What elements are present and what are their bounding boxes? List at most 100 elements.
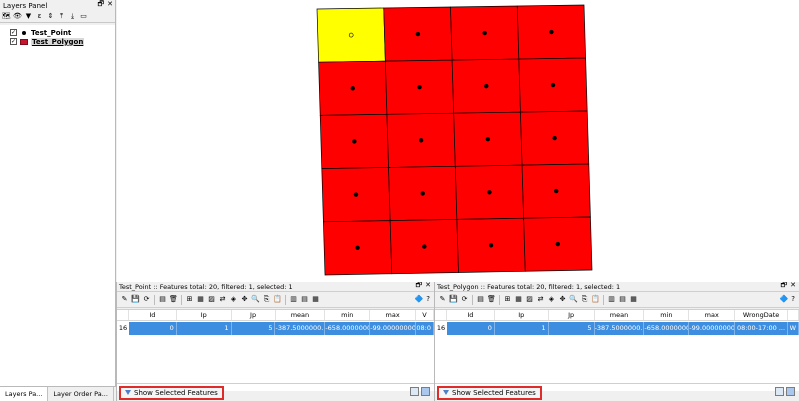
move-selection-top-icon[interactable]: ✥ [240,295,249,304]
point-feature[interactable] [487,190,492,195]
table-view-icon[interactable] [786,387,795,396]
column-header[interactable]: max [689,310,736,320]
actions-icon[interactable]: 🔷 [415,295,424,303]
cell[interactable]: 1 [494,322,549,335]
field-calculator-icon[interactable]: ▦ [629,295,638,304]
cell[interactable]: -658.0000000... [325,322,371,335]
cell[interactable]: 08:0 [416,322,434,335]
point-feature[interactable] [415,31,421,37]
point-feature[interactable] [554,188,559,194]
new-field-icon[interactable]: ▥ [289,295,298,304]
point-feature[interactable] [485,136,491,142]
cell[interactable]: -387.5000000... [275,322,326,335]
table-row[interactable]: 16 0 1 5 -387.5000000... -658.0000000...… [435,322,799,335]
cell[interactable]: -387.5000000... [594,322,645,335]
filter-expression-icon[interactable]: ε [35,12,44,21]
column-header[interactable]: Id [447,310,495,320]
actions-icon[interactable]: 🔷 [780,295,789,303]
point-feature[interactable] [353,192,359,197]
column-header[interactable]: Id [129,310,177,320]
float-icon[interactable]: 🗗 [98,0,105,11]
point-feature[interactable] [417,84,422,90]
toggle-edit-icon[interactable]: ✎ [120,295,129,304]
float-icon[interactable]: 🗗 [416,282,423,291]
close-icon[interactable]: ✕ [107,0,113,11]
invert-selection-icon[interactable]: ▨ [525,295,534,304]
column-header[interactable]: min [644,310,690,320]
add-feature-icon[interactable]: ▤ [476,295,485,304]
layer-item-test-polygon[interactable]: ✓ Test_Polygon [10,37,85,46]
point-feature[interactable] [555,241,561,247]
point-feature[interactable] [549,29,554,35]
close-icon[interactable]: ✕ [790,282,796,291]
delete-field-icon[interactable]: ▤ [618,295,627,304]
cell[interactable]: -658.0000000... [644,322,690,335]
move-down-icon[interactable]: ⤓ [68,12,77,21]
filter-select-icon[interactable]: ◈ [229,295,238,304]
add-feature-icon[interactable]: ▤ [158,295,167,304]
tab-layers-panel[interactable]: Layers Pa... [0,387,49,401]
filter-select-icon[interactable]: ◈ [547,295,556,304]
zoom-to-selected-icon[interactable]: ⎘ [580,295,589,304]
row-number[interactable]: 16 [435,322,447,335]
close-icon[interactable]: ✕ [425,282,431,291]
table-row[interactable]: 16 0 1 5 -387.5000000... -658.0000000...… [117,322,434,335]
cell[interactable]: 08:00-17:00 ... [735,322,789,335]
cell[interactable]: W [788,322,799,335]
tab-layer-order-panel[interactable]: Layer Order Pa... [48,387,114,401]
form-view-icon[interactable] [775,387,784,396]
open-layer-styling-icon[interactable]: 🗺 [2,12,11,21]
point-feature[interactable] [550,82,556,88]
move-selection-top-icon[interactable]: ✥ [558,295,567,304]
deselect-icon[interactable]: ⇄ [218,295,227,304]
map-canvas[interactable] [117,0,799,282]
reload-icon[interactable]: ⟳ [142,295,151,304]
select-expression-icon[interactable]: ⊞ [185,295,194,304]
expand-all-icon[interactable]: ⇕ [46,12,55,21]
new-field-icon[interactable]: ▥ [607,295,616,304]
delete-field-icon[interactable]: ▤ [300,295,309,304]
save-edits-icon[interactable]: 💾 [449,295,458,304]
reload-icon[interactable]: ⟳ [460,295,469,304]
select-all-icon[interactable]: ▦ [514,295,523,304]
show-selected-features-button[interactable]: Show Selected Features [119,385,224,400]
point-feature[interactable] [350,86,355,91]
float-icon[interactable]: 🗗 [781,282,788,291]
filter-legend-icon[interactable]: ▼ [24,12,33,21]
point-feature[interactable] [484,83,489,89]
select-all-icon[interactable]: ▦ [196,295,205,304]
toggle-edit-icon[interactable]: ✎ [438,295,447,304]
remove-layer-icon[interactable]: ▭ [79,12,88,21]
copy-icon[interactable]: 📋 [273,295,282,304]
cell[interactable]: 0 [446,322,495,335]
column-header[interactable]: Jp [232,310,276,320]
point-feature[interactable] [420,191,425,196]
cell[interactable]: 0 [128,322,177,335]
point-feature[interactable] [552,135,557,141]
point-feature-selected[interactable] [348,32,354,38]
cell[interactable]: 1 [176,322,232,335]
field-calculator-icon[interactable]: ▦ [311,295,320,304]
column-header[interactable]: min [325,310,371,320]
copy-icon[interactable]: 📋 [591,295,600,304]
help-icon[interactable]: ? [791,295,795,303]
cell[interactable]: 5 [231,322,276,335]
column-header[interactable]: mean [595,310,645,320]
help-icon[interactable]: ? [426,295,430,303]
pan-to-selected-icon[interactable]: 🔍 [569,295,578,304]
column-header[interactable]: WrongDate [735,310,789,320]
save-edits-icon[interactable]: 💾 [131,295,140,304]
point-feature[interactable] [355,245,360,250]
layer-visibility-checkbox[interactable]: ✓ [10,38,17,45]
column-header[interactable]: V [416,310,434,320]
column-header[interactable]: Ip [495,310,549,320]
delete-feature-icon[interactable]: 🗑 [169,295,178,304]
column-header[interactable]: mean [276,310,326,320]
point-feature[interactable] [418,138,424,143]
layer-visibility-checkbox[interactable]: ✓ [10,29,17,36]
manage-visibility-icon[interactable]: 👁 [13,12,22,21]
cell[interactable]: 5 [548,322,595,335]
pan-to-selected-icon[interactable]: 🔍 [251,295,260,304]
point-feature[interactable] [422,244,427,249]
zoom-to-selected-icon[interactable]: ⎘ [262,295,271,304]
